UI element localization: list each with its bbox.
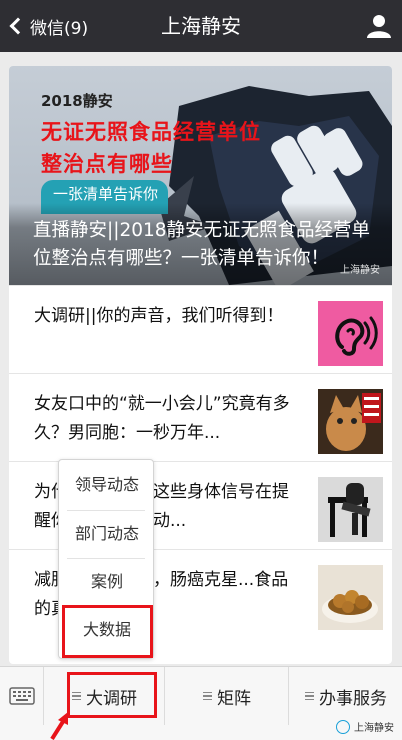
keyboard-toggle[interactable] bbox=[0, 667, 44, 725]
cat-photo-icon bbox=[318, 389, 383, 454]
banner-headline-2: 整治点有哪些 bbox=[41, 152, 173, 176]
highlight-box bbox=[67, 672, 157, 718]
keyboard-icon bbox=[8, 687, 35, 705]
menu-lines-icon bbox=[305, 690, 314, 703]
watermark-text: 上海静安 bbox=[354, 723, 394, 734]
profile-icon[interactable] bbox=[366, 13, 392, 39]
watermark-logo-icon bbox=[336, 719, 350, 734]
banner-watermark: 上海静安 bbox=[340, 265, 380, 276]
headline-title: 直播静安||2018静安无证无照食品经营单位整治点有哪些？一张清单告诉你！ bbox=[9, 203, 392, 285]
banner-year: 2018静安 bbox=[41, 92, 113, 110]
page-title: 上海静安 bbox=[161, 14, 241, 38]
submenu-item-leaders[interactable]: 领导动态 bbox=[59, 462, 155, 508]
article-title: 女友口中的“就一小会儿”究竟有多久？男同胞：一秒万年... bbox=[34, 394, 290, 443]
banner-headline-1: 无证无照食品经营单位 bbox=[41, 120, 261, 144]
article-item[interactable]: 大调研||你的声音，我们听得到！ bbox=[9, 285, 392, 373]
highlight-box bbox=[62, 605, 153, 658]
menu-lines-icon bbox=[203, 690, 212, 703]
food-photo-icon bbox=[318, 565, 383, 630]
submenu-item-departments[interactable]: 部门动态 bbox=[59, 511, 155, 557]
submenu-item-cases[interactable]: 案例 bbox=[59, 559, 155, 605]
menu-label: 办事服务 bbox=[319, 688, 387, 709]
chair-photo-icon bbox=[318, 477, 383, 542]
headline-article[interactable]: 2018静安 无证无照食品经营单位 整治点有哪些 一张清单告诉你 直播静安||2… bbox=[9, 66, 392, 285]
article-title: 大调研||你的声音，我们听得到！ bbox=[34, 306, 284, 326]
menu-label: 矩阵 bbox=[217, 688, 251, 709]
menu-button-matrix[interactable]: 矩阵 bbox=[166, 667, 289, 725]
footer-watermark: 上海静安 bbox=[336, 719, 394, 734]
ear-icon bbox=[318, 301, 383, 366]
arrow-annotation-icon bbox=[50, 712, 68, 740]
article-item[interactable]: 女友口中的“就一小会儿”究竟有多久？男同胞：一秒万年... bbox=[9, 373, 392, 461]
top-navigation-bar: 微信(9) 上海静安 bbox=[0, 0, 402, 52]
menu-button-services[interactable]: 办事服务 bbox=[290, 667, 402, 725]
